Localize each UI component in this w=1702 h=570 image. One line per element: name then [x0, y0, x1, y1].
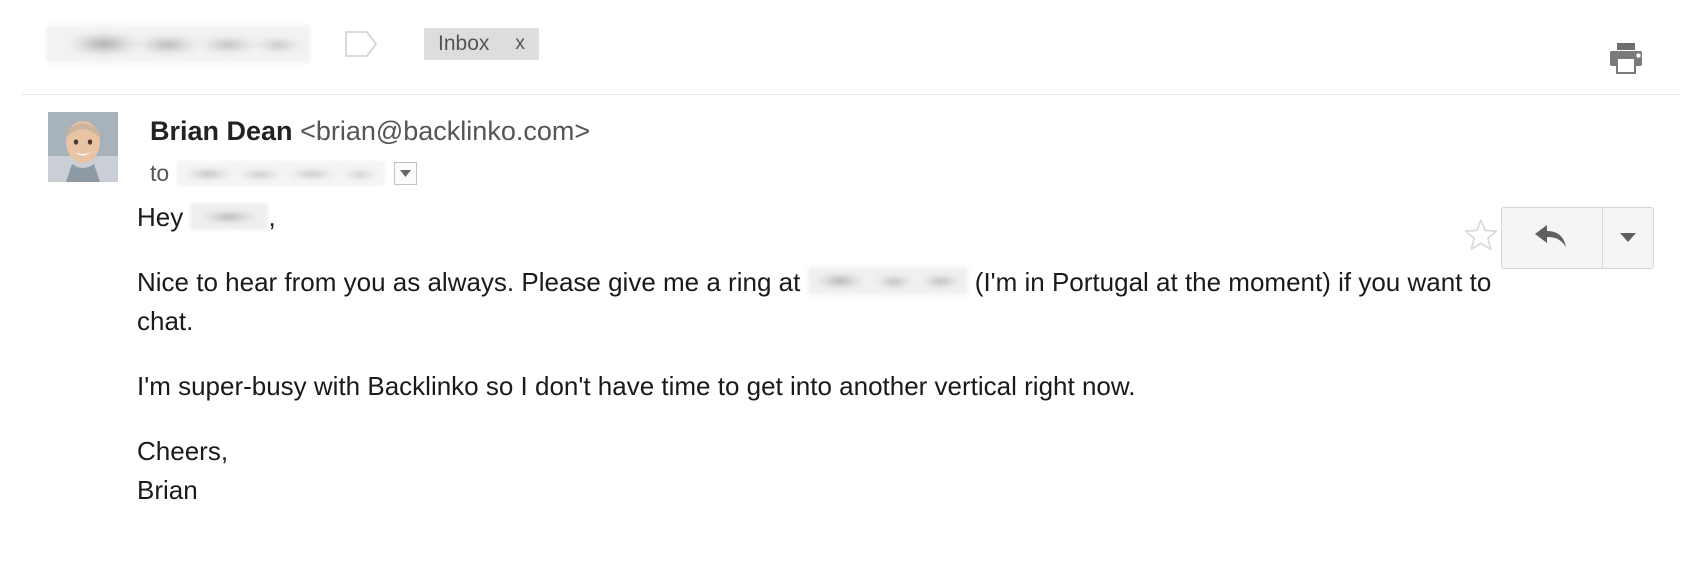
chevron-down-icon	[1620, 229, 1636, 247]
email-subject-bar: Inbox x	[0, 0, 1702, 96]
signoff-text: Cheers,	[137, 436, 229, 466]
email-body: Hey , Nice to hear from you as always. P…	[137, 198, 1547, 510]
remove-label-icon[interactable]: x	[515, 28, 525, 60]
sender-line: Brian Dean <brian@backlinko.com>	[150, 114, 590, 148]
signature-name: Brian	[137, 475, 198, 505]
greeting-prefix: Hey	[137, 202, 184, 232]
reply-more-options-button[interactable]	[1603, 208, 1653, 268]
recipient-line: to	[150, 158, 418, 188]
print-icon[interactable]	[1606, 40, 1646, 76]
header-divider	[22, 94, 1680, 95]
to-label: to	[150, 159, 170, 186]
recipient-details-chevron-down-icon[interactable]	[394, 161, 418, 185]
body-paragraph-ring: Nice to hear from you as always. Please …	[137, 263, 1547, 341]
recipient-name-redacted	[190, 203, 269, 230]
phone-number-redacted	[807, 267, 968, 295]
sender-avatar[interactable]	[48, 112, 118, 182]
body-paragraph-busy: I'm super-busy with Backlinko so I don't…	[137, 371, 1136, 401]
greeting-suffix: ,	[268, 202, 276, 232]
inbox-label-chip[interactable]: Inbox x	[424, 28, 539, 60]
label-tag-icon[interactable]	[345, 31, 378, 57]
recipient-redacted	[177, 160, 386, 186]
sender-name[interactable]: Brian Dean	[150, 116, 293, 146]
sender-email[interactable]: <brian@backlinko.com>	[300, 116, 590, 146]
subject-text-redacted	[46, 25, 310, 63]
paragraph-2-before: Nice to hear from you as always. Please …	[137, 267, 801, 297]
body-signature-block: Cheers, Brian	[137, 432, 1547, 510]
body-paragraph-greeting: Hey ,	[137, 198, 1547, 237]
inbox-label-text: Inbox	[438, 32, 490, 55]
